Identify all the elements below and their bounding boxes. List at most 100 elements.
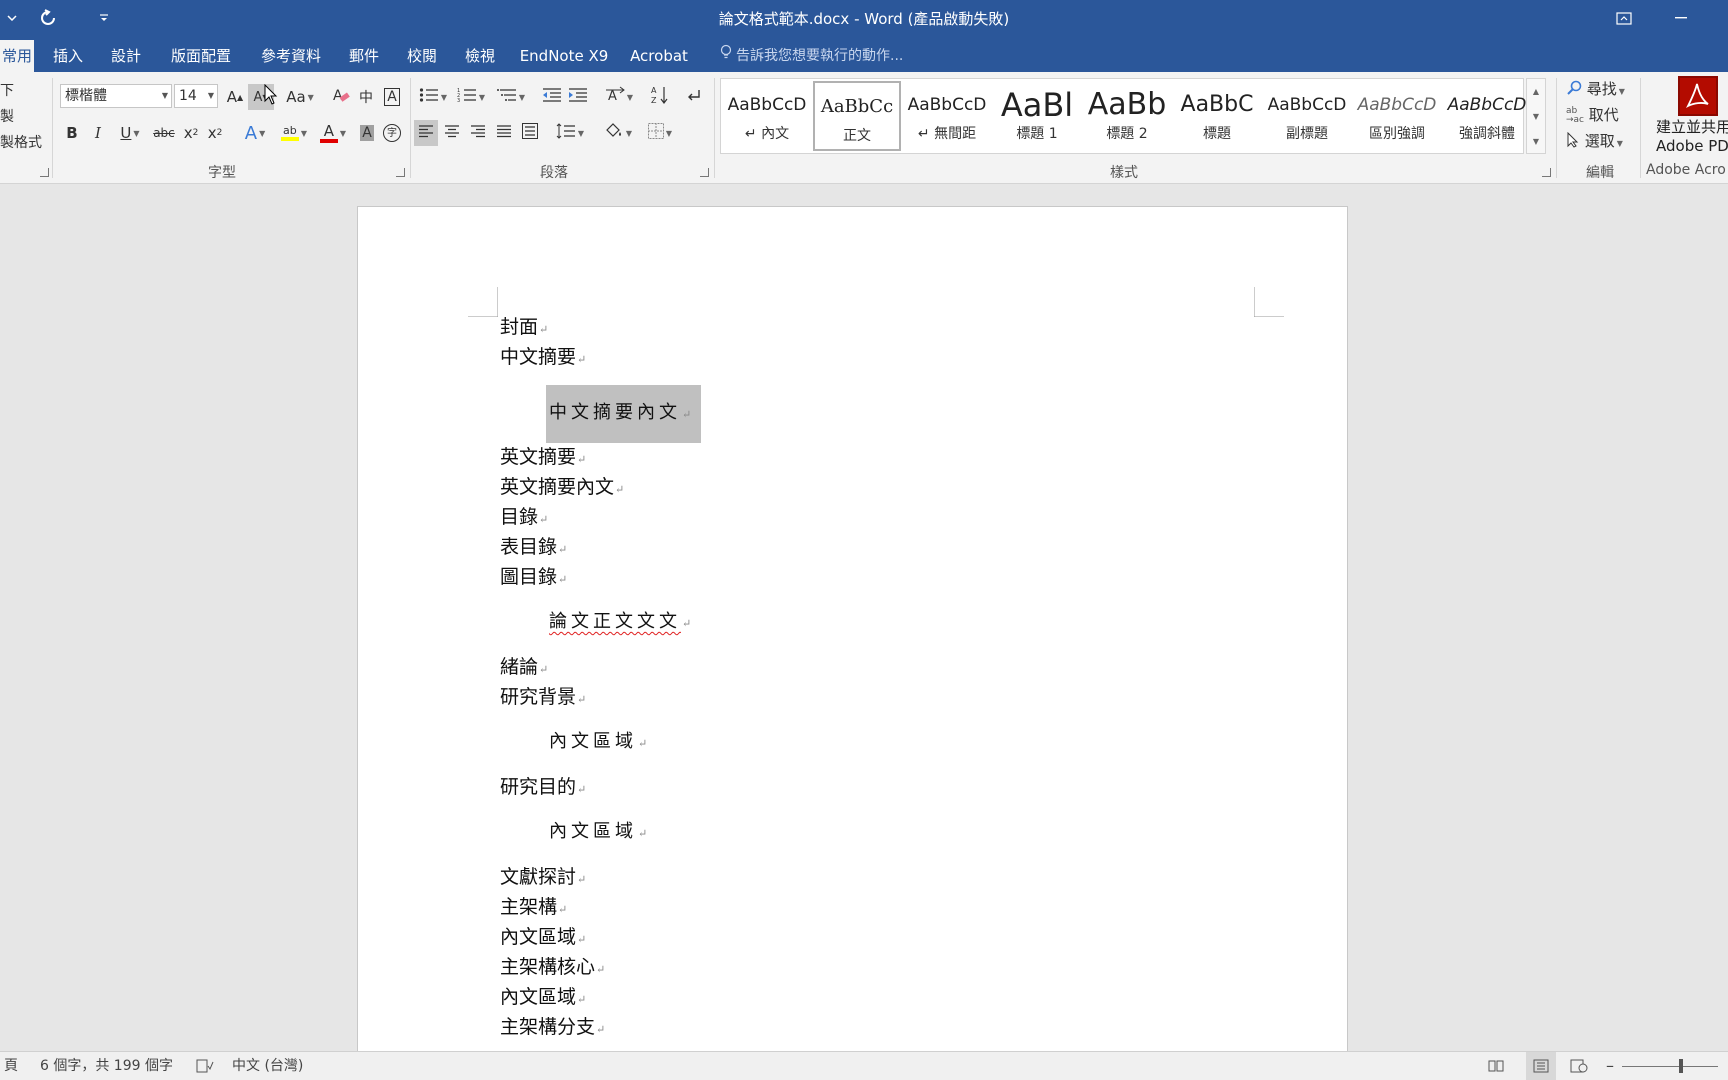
strikethrough-button[interactable]: abc: [152, 120, 176, 146]
doc-paragraph[interactable]: 研究背景↵: [500, 684, 586, 713]
highlight-color-button[interactable]: ab ▼: [276, 120, 312, 146]
phonetic-guide-button[interactable]: 中: [354, 84, 378, 110]
zoom-slider-thumb[interactable]: [1679, 1059, 1683, 1073]
doc-paragraph[interactable]: 文獻探討↵: [500, 864, 586, 893]
bold-button[interactable]: B: [62, 120, 82, 146]
text-effects-button[interactable]: A ▼: [240, 120, 270, 146]
create-share-pdf-button[interactable]: 建立並共用 Adobe PD: [1656, 118, 1728, 156]
replace-button[interactable]: ab →ac 取代: [1566, 104, 1619, 125]
doc-paragraph[interactable]: 內文區域↵: [549, 819, 647, 847]
doc-paragraph[interactable]: 研究目的↵: [500, 774, 586, 803]
distributed-button[interactable]: [518, 120, 542, 146]
style-subtitle[interactable]: AaBbCcD 副標題: [1263, 81, 1351, 151]
find-button[interactable]: 尋找 ▼: [1566, 78, 1625, 100]
clear-formatting-button[interactable]: A: [330, 84, 352, 110]
doc-paragraph[interactable]: 主架構分支↵: [500, 1014, 605, 1043]
bullets-button[interactable]: ▼: [416, 84, 450, 110]
tab-insert[interactable]: 插入: [48, 40, 88, 72]
style-subtle-emphasis[interactable]: AaBbCcD 區別強調: [1353, 81, 1441, 151]
change-case-button[interactable]: Aa ▼: [284, 84, 316, 110]
doc-paragraph[interactable]: 內文區域↵: [549, 729, 647, 757]
char-border-button[interactable]: A: [380, 84, 404, 110]
language-indicator[interactable]: 中文 (台灣): [232, 1052, 303, 1080]
tab-acrobat[interactable]: Acrobat: [628, 40, 690, 72]
scroll-down-icon[interactable]: ▼: [1527, 104, 1545, 129]
doc-paragraph[interactable]: 封面↵: [500, 314, 548, 343]
style-normal[interactable]: AaBbCcD ↵ 內文: [723, 81, 811, 151]
tab-view[interactable]: 檢視: [460, 40, 500, 72]
doc-paragraph[interactable]: 英文摘要內文↵: [500, 474, 624, 503]
doc-paragraph[interactable]: 表目錄↵: [500, 534, 567, 563]
read-mode-icon[interactable]: [1488, 1052, 1504, 1080]
shading-button[interactable]: ▼: [600, 120, 636, 146]
style-emphasis[interactable]: AaBbCcD 強調斜體: [1443, 81, 1531, 151]
grow-font-button[interactable]: A ▲: [224, 84, 246, 110]
font-name-combo[interactable]: 標楷體 ▼: [60, 84, 172, 108]
redo-icon[interactable]: [34, 0, 62, 36]
document-area[interactable]: 封面↵ 中文摘要↵ 中文摘要內文↵ 英文摘要↵ 英文摘要內文↵ 目錄↵ 表目錄↵…: [0, 185, 1728, 1051]
sort-button[interactable]: AZ: [648, 84, 672, 110]
decrease-indent-button[interactable]: [540, 84, 564, 110]
subscript-button[interactable]: x2: [180, 120, 202, 146]
show-hide-marks-button[interactable]: [682, 84, 706, 110]
style-body-text[interactable]: AaBbCc 正文: [813, 81, 901, 151]
doc-paragraph[interactable]: 主架構核心↵: [500, 954, 605, 983]
zoom-out-icon[interactable]: –: [1606, 1052, 1614, 1080]
doc-paragraph[interactable]: 圖目錄↵: [500, 564, 567, 593]
cut-button[interactable]: 下: [0, 80, 14, 100]
clipboard-launcher-icon[interactable]: [40, 168, 49, 177]
font-color-button[interactable]: A ▼: [316, 120, 350, 146]
line-spacing-button[interactable]: ▼: [552, 120, 588, 146]
adobe-pdf-icon[interactable]: [1678, 76, 1718, 116]
align-right-button[interactable]: [466, 120, 490, 146]
enclose-characters-button[interactable]: 字: [380, 120, 404, 146]
word-count[interactable]: 6 個字，共 199 個字: [40, 1052, 173, 1080]
justify-button[interactable]: [492, 120, 516, 146]
multilevel-list-button[interactable]: ▼: [494, 84, 528, 110]
ribbon-display-options-icon[interactable]: [1601, 0, 1647, 36]
format-painter-button[interactable]: 製格式: [0, 132, 42, 152]
chevron-down-icon[interactable]: [2, 0, 22, 36]
doc-paragraph[interactable]: 內文區域↵: [500, 984, 586, 1013]
minimize-icon[interactable]: [1658, 0, 1704, 36]
customize-toolbar-icon[interactable]: [94, 0, 114, 36]
page-indicator[interactable]: 頁: [4, 1052, 18, 1080]
doc-paragraph[interactable]: 緒論↵: [500, 654, 548, 683]
styles-launcher-icon[interactable]: [1542, 168, 1551, 177]
doc-paragraph[interactable]: 論文正文文文↵: [549, 609, 691, 637]
web-layout-icon[interactable]: [1570, 1052, 1588, 1080]
style-no-spacing[interactable]: AaBbCcD ↵ 無間距: [903, 81, 991, 151]
style-heading-1[interactable]: AaBl 標題 1: [993, 81, 1081, 151]
italic-button[interactable]: I: [88, 120, 108, 146]
tell-me-search[interactable]: 告訴我您想要執行的動作...: [720, 40, 903, 72]
tab-home[interactable]: 常用: [0, 40, 34, 72]
zoom-slider-track[interactable]: [1622, 1066, 1718, 1067]
more-styles-icon[interactable]: ▼: [1527, 129, 1545, 154]
doc-paragraph[interactable]: 內文區域↵: [500, 924, 586, 953]
doc-paragraph[interactable]: 中文摘要↵: [500, 344, 586, 373]
tab-references[interactable]: 參考資料: [256, 40, 326, 72]
copy-button[interactable]: 製: [0, 106, 14, 126]
align-left-button[interactable]: [414, 120, 438, 146]
style-heading-2[interactable]: AaBb 標題 2: [1083, 81, 1171, 151]
increase-indent-button[interactable]: [566, 84, 590, 110]
superscript-button[interactable]: x2: [204, 120, 226, 146]
numbering-button[interactable]: 1 2 3 ▼: [454, 84, 488, 110]
tab-review[interactable]: 校閱: [402, 40, 442, 72]
tab-design[interactable]: 設計: [106, 40, 146, 72]
char-shading-button[interactable]: A: [356, 120, 378, 146]
tab-mailings[interactable]: 郵件: [344, 40, 384, 72]
underline-button[interactable]: U ▼: [114, 120, 146, 146]
tab-endnote[interactable]: EndNote X9: [518, 40, 610, 72]
align-center-button[interactable]: [440, 120, 464, 146]
text-direction-button[interactable]: A ▼: [602, 84, 636, 110]
borders-button[interactable]: ▼: [642, 120, 678, 146]
tab-layout[interactable]: 版面配置: [164, 40, 238, 72]
doc-paragraph-selected[interactable]: 中文摘要內文↵: [549, 400, 691, 428]
style-title[interactable]: AaBbC 標題: [1173, 81, 1261, 151]
doc-paragraph[interactable]: 目錄↵: [500, 504, 548, 533]
doc-paragraph[interactable]: 主架構↵: [500, 894, 567, 923]
font-launcher-icon[interactable]: [396, 168, 405, 177]
font-size-combo[interactable]: 14 ▼: [174, 84, 218, 108]
select-button[interactable]: 選取 ▼: [1566, 130, 1623, 152]
